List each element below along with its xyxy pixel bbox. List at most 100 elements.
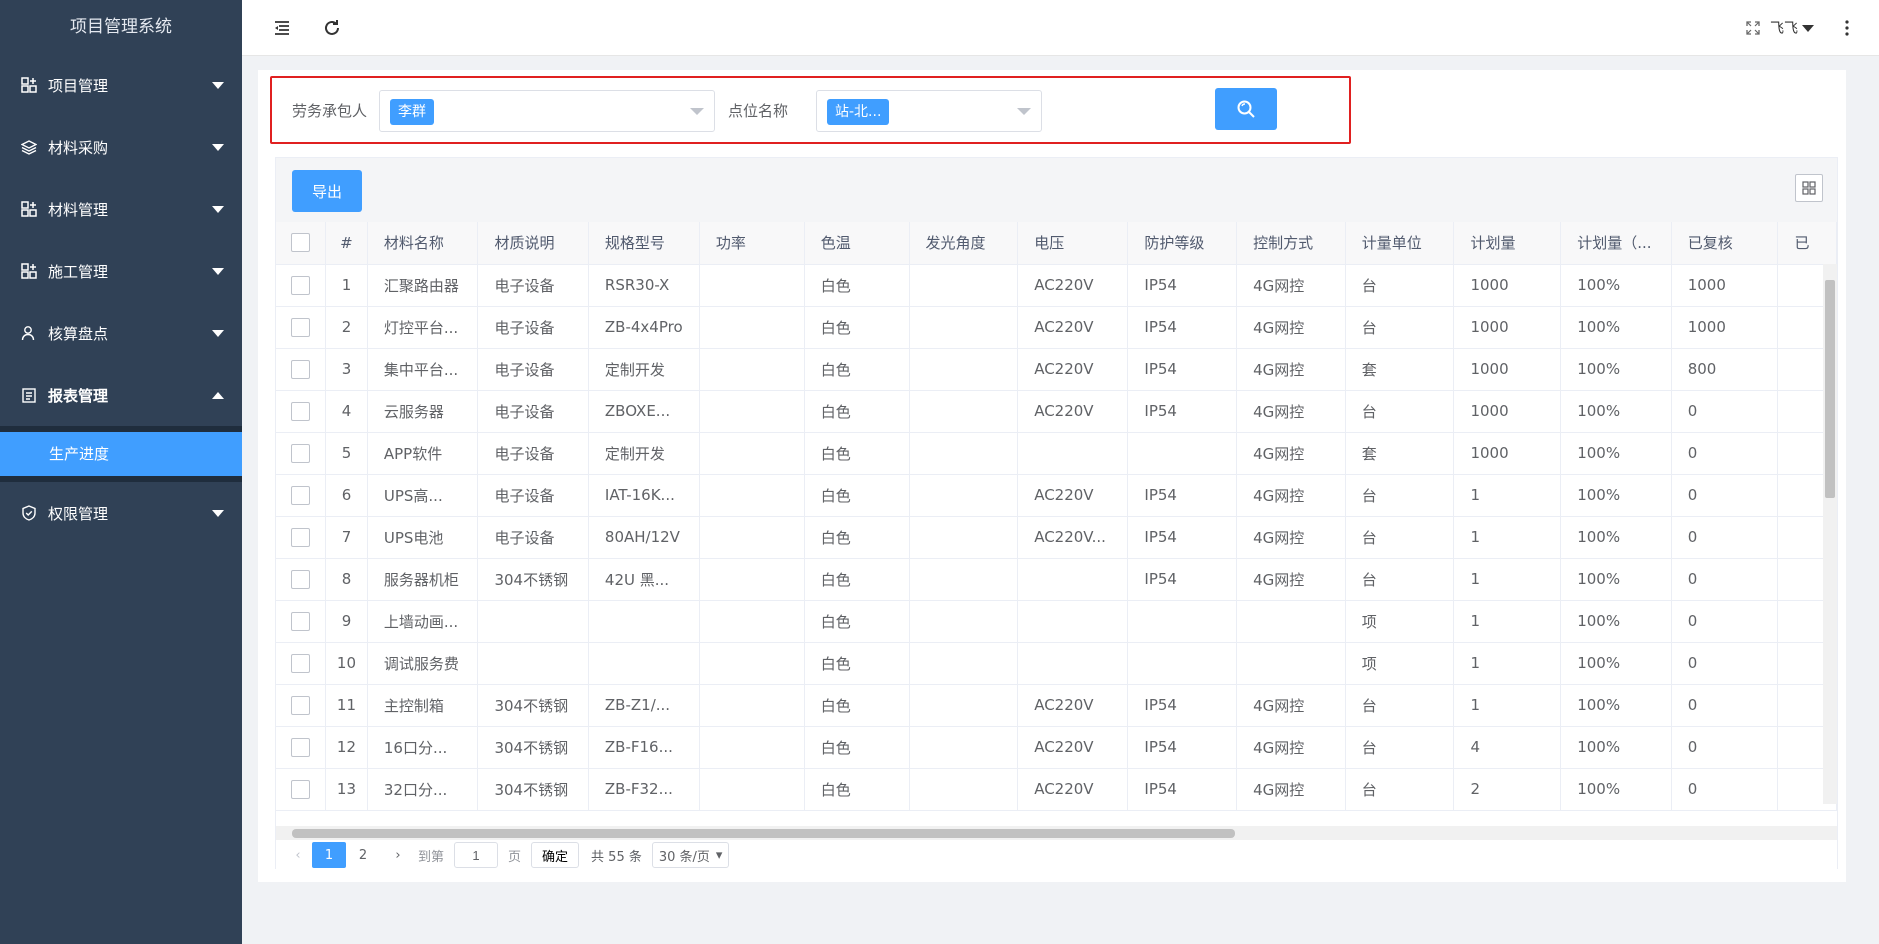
horizontal-scrollbar[interactable] bbox=[276, 826, 1837, 840]
table-cell: 1000 bbox=[1671, 306, 1779, 349]
row-select-cell[interactable] bbox=[276, 600, 327, 643]
select-all-cell[interactable] bbox=[276, 222, 327, 265]
page-number[interactable]: 2 bbox=[346, 842, 380, 868]
table-row[interactable]: 1 汇聚路由器 电子设备 RSR30-X 白色 AC220V IP54 4G网控台 1000 10… bbox=[276, 264, 1837, 307]
table-cell: 电子设备 bbox=[477, 516, 589, 559]
row-checkbox[interactable] bbox=[291, 653, 311, 673]
table-cell bbox=[699, 474, 805, 517]
export-button[interactable]: 导出 bbox=[292, 170, 362, 212]
fullscreen-icon[interactable] bbox=[1739, 14, 1767, 42]
sidebar-subitem-production-progress[interactable]: 生产进度 bbox=[0, 432, 242, 476]
table-row[interactable]: 3 集中平台... 电子设备 定制开发 白色 AC220V IP54 4G网控套 1000 100… bbox=[276, 348, 1837, 391]
row-select-cell[interactable] bbox=[276, 264, 327, 307]
row-select-cell[interactable] bbox=[276, 726, 327, 769]
sidebar-item-permission[interactable]: 权限管理 bbox=[0, 482, 242, 544]
page-size-select[interactable]: 30 条/页 ▾ bbox=[651, 842, 730, 868]
table-cell bbox=[1127, 642, 1238, 685]
column-header: 功率 bbox=[699, 222, 805, 265]
collapse-menu-icon[interactable] bbox=[268, 14, 296, 42]
row-select-cell[interactable] bbox=[276, 474, 327, 517]
table-row[interactable]: 7 UPS电池 电子设备 80AH/12V 白色 AC220V... IP54 4G网控台 1 1… bbox=[276, 516, 1837, 559]
table-row[interactable]: 6 UPS高... 电子设备 IAT-16K... 白色 AC220V IP54 4G网控台 1… bbox=[276, 474, 1837, 517]
table-cell bbox=[1017, 558, 1129, 601]
table-cell: AC220V bbox=[1017, 474, 1129, 517]
row-select-cell[interactable] bbox=[276, 642, 327, 685]
sidebar-item-construction[interactable]: 施工管理 bbox=[0, 240, 242, 302]
row-select-cell[interactable] bbox=[276, 432, 327, 475]
table-cell: 1000 bbox=[1671, 264, 1779, 307]
report-icon bbox=[20, 386, 38, 404]
table-cell: 2 bbox=[325, 306, 368, 349]
table-row[interactable]: 12 16口分... 304不锈钢 ZB-F16... 白色 AC220V IP54 4G网控… bbox=[276, 726, 1837, 769]
vertical-scrollbar[interactable] bbox=[1823, 264, 1837, 804]
sidebar-item-label: 材料采购 bbox=[48, 138, 109, 157]
row-checkbox[interactable] bbox=[291, 359, 311, 379]
table-cell: 云服务器 bbox=[367, 390, 479, 433]
table-row[interactable]: 8 服务器机柜 304不锈钢 42U 黑... 白色 IP54 4G网控台 1 100% 0 bbox=[276, 558, 1837, 601]
site-name-select[interactable]: 站-北... bbox=[816, 90, 1042, 132]
table-cell bbox=[1127, 600, 1238, 643]
selected-tag[interactable]: 李群 bbox=[390, 99, 434, 125]
row-checkbox[interactable] bbox=[291, 779, 311, 799]
table-row[interactable]: 4 云服务器 电子设备 ZBOXE... 白色 AC220V IP54 4G网控台 1000 10… bbox=[276, 390, 1837, 433]
row-checkbox[interactable] bbox=[291, 275, 311, 295]
row-checkbox[interactable] bbox=[291, 401, 311, 421]
table-cell: 100% bbox=[1560, 474, 1672, 517]
sidebar-item-material[interactable]: 材料管理 bbox=[0, 178, 242, 240]
row-select-cell[interactable] bbox=[276, 684, 327, 727]
table-row[interactable]: 2 灯控平台... 电子设备 ZB-4x4Pro 白色 AC220V IP54 4G网控台 10… bbox=[276, 306, 1837, 349]
table-row[interactable]: 9 上墙动画... 白色 项 1 100% 0 bbox=[276, 600, 1837, 643]
row-checkbox[interactable] bbox=[291, 317, 311, 337]
table-cell: 304不锈钢 bbox=[477, 558, 589, 601]
row-checkbox[interactable] bbox=[291, 695, 311, 715]
sidebar-item-accounting[interactable]: 核算盘点 bbox=[0, 302, 242, 364]
table-cell: 100% bbox=[1560, 432, 1672, 475]
row-select-cell[interactable] bbox=[276, 390, 327, 433]
row-checkbox[interactable] bbox=[291, 527, 311, 547]
page-number[interactable]: 1 bbox=[312, 842, 346, 868]
sidebar-item-purchase[interactable]: 材料采购 bbox=[0, 116, 242, 178]
row-select-cell[interactable] bbox=[276, 306, 327, 349]
table-cell bbox=[699, 684, 805, 727]
sidebar-item-project[interactable]: 项目管理 bbox=[0, 54, 242, 116]
column-header: 发光角度 bbox=[909, 222, 1019, 265]
table-cell: 白色 bbox=[804, 600, 910, 643]
prev-page-icon[interactable]: ‹ bbox=[284, 848, 312, 863]
search-button[interactable] bbox=[1215, 88, 1277, 130]
scrollbar-thumb[interactable] bbox=[292, 829, 1235, 838]
user-menu[interactable]: 飞飞 bbox=[1770, 18, 1814, 38]
stack-icon bbox=[20, 138, 38, 156]
table-row[interactable]: 13 32口分... 304不锈钢 ZB-F32... 白色 AC220V IP54 4G网控… bbox=[276, 768, 1837, 811]
selected-tag[interactable]: 站-北... bbox=[827, 99, 890, 125]
row-select-cell[interactable] bbox=[276, 348, 327, 391]
row-select-cell[interactable] bbox=[276, 558, 327, 601]
refresh-icon[interactable] bbox=[318, 14, 346, 42]
row-checkbox[interactable] bbox=[291, 611, 311, 631]
row-checkbox[interactable] bbox=[291, 485, 311, 505]
table-row[interactable]: 11 主控制箱 304不锈钢 ZB-Z1/... 白色 AC220V IP54 4G网控台 1 1… bbox=[276, 684, 1837, 727]
column-settings-icon[interactable] bbox=[1795, 174, 1823, 202]
goto-page-input[interactable] bbox=[454, 842, 499, 868]
row-select-cell[interactable] bbox=[276, 516, 327, 559]
select-all-checkbox[interactable] bbox=[291, 233, 311, 253]
table-row[interactable]: 10 调试服务费 白色 项 1 100% 0 bbox=[276, 642, 1837, 685]
table-cell: 1000 bbox=[1453, 306, 1562, 349]
table-cell: 100% bbox=[1560, 390, 1672, 433]
column-header: 规格型号 bbox=[588, 222, 700, 265]
next-page-icon[interactable]: › bbox=[384, 848, 412, 863]
goto-confirm-button[interactable]: 确定 bbox=[531, 842, 580, 868]
table-cell: 100% bbox=[1560, 642, 1672, 685]
row-checkbox[interactable] bbox=[291, 569, 311, 589]
table-cell: 100% bbox=[1560, 348, 1672, 391]
more-vertical-icon[interactable] bbox=[1833, 14, 1861, 42]
table-cell bbox=[699, 264, 805, 307]
table-cell: 电子设备 bbox=[477, 264, 589, 307]
table-row[interactable]: 5 APP软件 电子设备 定制开发 白色 4G网控套 1000 100% 0 bbox=[276, 432, 1837, 475]
table-cell: 服务器机柜 bbox=[367, 558, 479, 601]
row-checkbox[interactable] bbox=[291, 443, 311, 463]
labor-contractor-select[interactable]: 李群 bbox=[379, 90, 715, 132]
scrollbar-thumb[interactable] bbox=[1825, 280, 1835, 498]
row-checkbox[interactable] bbox=[291, 737, 311, 757]
row-select-cell[interactable] bbox=[276, 768, 327, 811]
sidebar-item-report[interactable]: 报表管理 bbox=[0, 364, 242, 426]
